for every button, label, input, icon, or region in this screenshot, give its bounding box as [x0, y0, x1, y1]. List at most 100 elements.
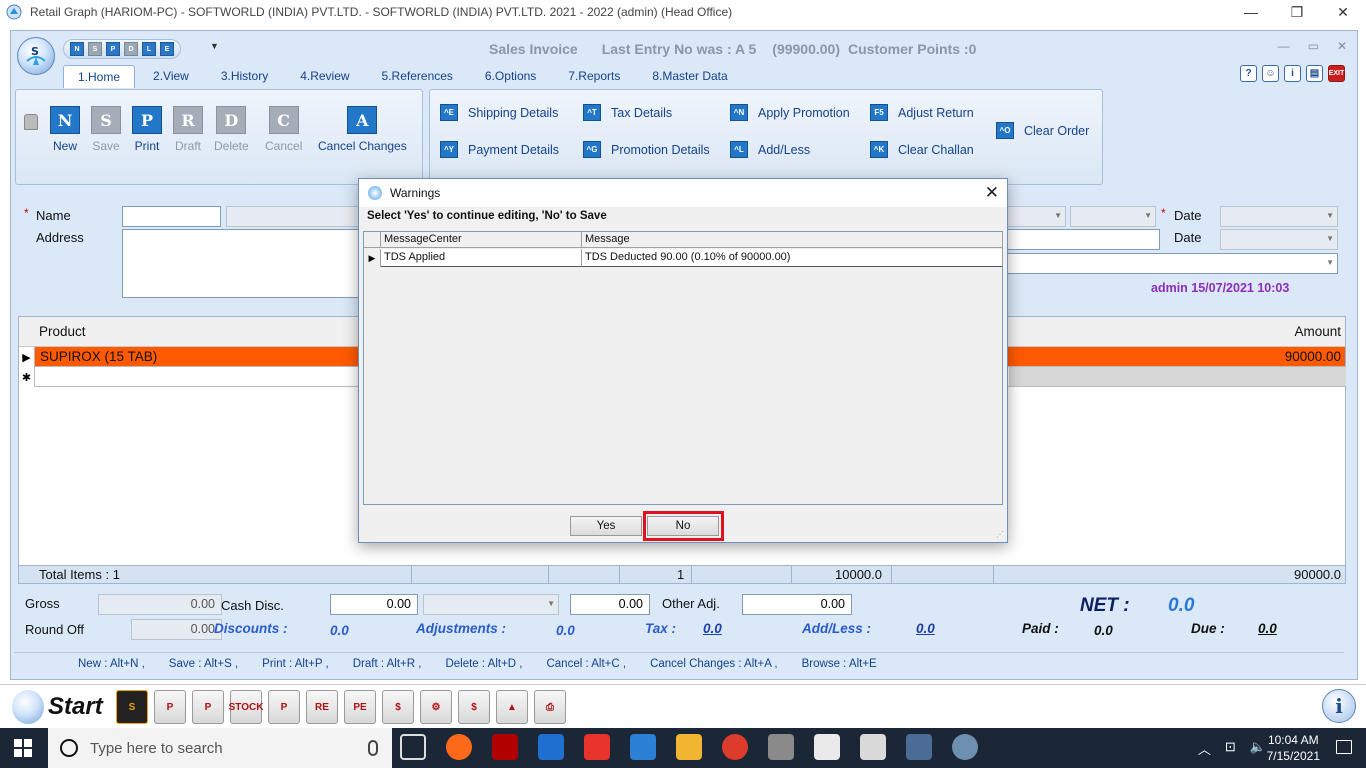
col-message-center[interactable]: MessageCenter	[381, 232, 582, 248]
money-launcher-icon[interactable]: $	[458, 690, 490, 724]
dialog-close-icon[interactable]: ✕	[985, 183, 999, 203]
qat-new-icon[interactable]: N	[70, 42, 84, 56]
payment-details-button[interactable]: ^Y Payment Details	[440, 141, 559, 158]
promotion-details-button[interactable]: ^G Promotion Details	[583, 141, 710, 158]
task-view-icon[interactable]	[400, 734, 426, 760]
remote-desktop-icon[interactable]	[538, 734, 564, 760]
window-restore-button[interactable]: ❐	[1274, 0, 1320, 24]
purchase-launcher-icon[interactable]: P	[154, 690, 186, 724]
row-product[interactable]: SUPIROX (15 TAB)	[40, 349, 157, 364]
stock-launcher-icon[interactable]: STOCK	[229, 690, 263, 724]
window-minimize-button[interactable]: —	[1228, 0, 1274, 24]
payment-launcher-icon[interactable]: PE	[344, 690, 376, 724]
microphone-icon[interactable]	[368, 740, 378, 756]
qat-delete-icon[interactable]: D	[124, 42, 138, 56]
notification-icon[interactable]	[1336, 740, 1352, 754]
col-amount[interactable]: Amount	[1294, 324, 1341, 339]
tab-reports[interactable]: 7.Reports	[554, 65, 634, 88]
taskbar-clock[interactable]: 10:04 AM 7/15/2021	[1267, 732, 1320, 764]
info-icon[interactable]: i	[1284, 65, 1301, 82]
adjust-return-button[interactable]: F5 Adjust Return	[870, 104, 974, 121]
tab-review[interactable]: 4.Review	[286, 65, 363, 88]
notes-icon[interactable]: ▤	[1306, 65, 1323, 82]
info-button-icon[interactable]: i	[1322, 689, 1356, 723]
tab-references[interactable]: 5.References	[368, 65, 467, 88]
tab-history[interactable]: 3.History	[207, 65, 282, 88]
resize-grip-icon[interactable]: ⋰	[996, 530, 1004, 539]
tax-details-button[interactable]: ^T Tax Details	[583, 104, 672, 121]
col-message[interactable]: Message	[582, 232, 1003, 248]
qat-customize-icon[interactable]: ▼	[210, 41, 219, 51]
customer-lookup-input[interactable]	[226, 206, 366, 227]
network-icon[interactable]: ⊡	[1225, 739, 1236, 758]
chrome-icon[interactable]	[722, 734, 748, 760]
clear-order-button[interactable]: ^O Clear Order	[996, 122, 1089, 139]
sales-launcher-icon[interactable]: S	[116, 690, 148, 724]
shapes-launcher-icon[interactable]: ▲	[496, 690, 528, 724]
delete-button[interactable]: D Delete	[214, 106, 249, 153]
save-button[interactable]: S Save	[91, 106, 121, 153]
shipping-details-button[interactable]: ^E Shipping Details	[440, 104, 558, 121]
windows-start-icon[interactable]	[14, 739, 32, 757]
anydesk-icon[interactable]	[584, 734, 610, 760]
receipt-launcher-icon[interactable]: RE	[306, 690, 338, 724]
tax-value[interactable]: 0.0	[703, 621, 722, 636]
laptop-app-icon[interactable]	[630, 734, 656, 760]
apply-promotion-button[interactable]: ^N Apply Promotion	[730, 104, 850, 121]
cash-disc-type-dropdown[interactable]: ▼	[423, 594, 559, 615]
warning-message[interactable]: TDS Deducted 90.00 (0.10% of 90000.00)	[582, 249, 1003, 267]
print-button[interactable]: P Print	[132, 106, 162, 153]
paint-icon[interactable]	[952, 734, 978, 760]
new-button[interactable]: N New	[50, 106, 80, 153]
tab-view[interactable]: 2.View	[139, 65, 203, 88]
file-explorer-icon[interactable]	[676, 734, 702, 760]
qat-list-icon[interactable]: L	[142, 42, 156, 56]
support-icon[interactable]: ☺	[1262, 65, 1279, 82]
tools-icon[interactable]	[768, 734, 794, 760]
salesman-dropdown[interactable]: ▼	[1006, 253, 1338, 274]
lock-icon[interactable]	[24, 114, 38, 130]
address-input[interactable]	[122, 229, 362, 298]
sticky-notes-icon[interactable]	[814, 734, 840, 760]
draft-button[interactable]: R Draft	[173, 106, 203, 153]
settings-launcher-icon[interactable]: ⚙	[420, 690, 452, 724]
qat-save-icon[interactable]: S	[88, 42, 102, 56]
volume-icon[interactable]: 🔈	[1250, 739, 1266, 758]
printer-launcher-icon[interactable]: ⎙	[534, 690, 566, 724]
add-less-button[interactable]: ^L Add/Less	[730, 141, 810, 158]
purchase-order-launcher-icon[interactable]: P	[268, 690, 300, 724]
qat-print-icon[interactable]: P	[106, 42, 120, 56]
cash-disc-input[interactable]: 0.00	[330, 594, 418, 615]
reference-input[interactable]	[1006, 229, 1160, 250]
addless-value[interactable]: 0.0	[916, 621, 935, 636]
retail-graph-task-icon[interactable]	[906, 734, 932, 760]
clear-challan-button[interactable]: ^K Clear Challan	[870, 141, 974, 158]
tab-options[interactable]: 6.Options	[471, 65, 550, 88]
inner-close-button[interactable]: ✕	[1337, 39, 1347, 53]
pos-launcher-icon[interactable]: P	[192, 690, 224, 724]
start-logo-icon[interactable]	[12, 690, 44, 724]
filezilla-icon[interactable]	[492, 734, 518, 760]
other-adj-input[interactable]: 0.00	[742, 594, 852, 615]
start-button[interactable]: Start	[48, 693, 103, 721]
yes-button[interactable]: Yes	[570, 516, 642, 536]
taskbar-search[interactable]: Type here to search	[48, 728, 392, 768]
col-product[interactable]: Product	[39, 324, 86, 339]
type-dropdown[interactable]: ▼	[1070, 206, 1156, 227]
tab-home[interactable]: 1.Home	[63, 65, 136, 88]
date-input[interactable]: ▼	[1220, 206, 1338, 227]
exit-icon[interactable]: EXIT	[1328, 65, 1345, 82]
tab-master-data[interactable]: 8.Master Data	[638, 65, 741, 88]
inner-restore-button[interactable]: ▭	[1308, 39, 1319, 53]
window-close-button[interactable]: ✕	[1320, 0, 1366, 24]
inner-minimize-button[interactable]: —	[1278, 39, 1290, 53]
ref-date-input[interactable]: ▼	[1220, 229, 1338, 250]
app-menu-orb[interactable]: S	[17, 37, 55, 75]
cashbook-launcher-icon[interactable]: $	[382, 690, 414, 724]
qat-exit-icon[interactable]: E	[160, 42, 174, 56]
row-amount[interactable]: 90000.00	[1285, 349, 1341, 364]
cancel-button[interactable]: C Cancel	[265, 106, 302, 153]
series-dropdown[interactable]: ▼	[1006, 206, 1066, 227]
tray-overflow-icon[interactable]: ︿	[1198, 739, 1211, 758]
help-icon[interactable]: ?	[1240, 65, 1257, 82]
